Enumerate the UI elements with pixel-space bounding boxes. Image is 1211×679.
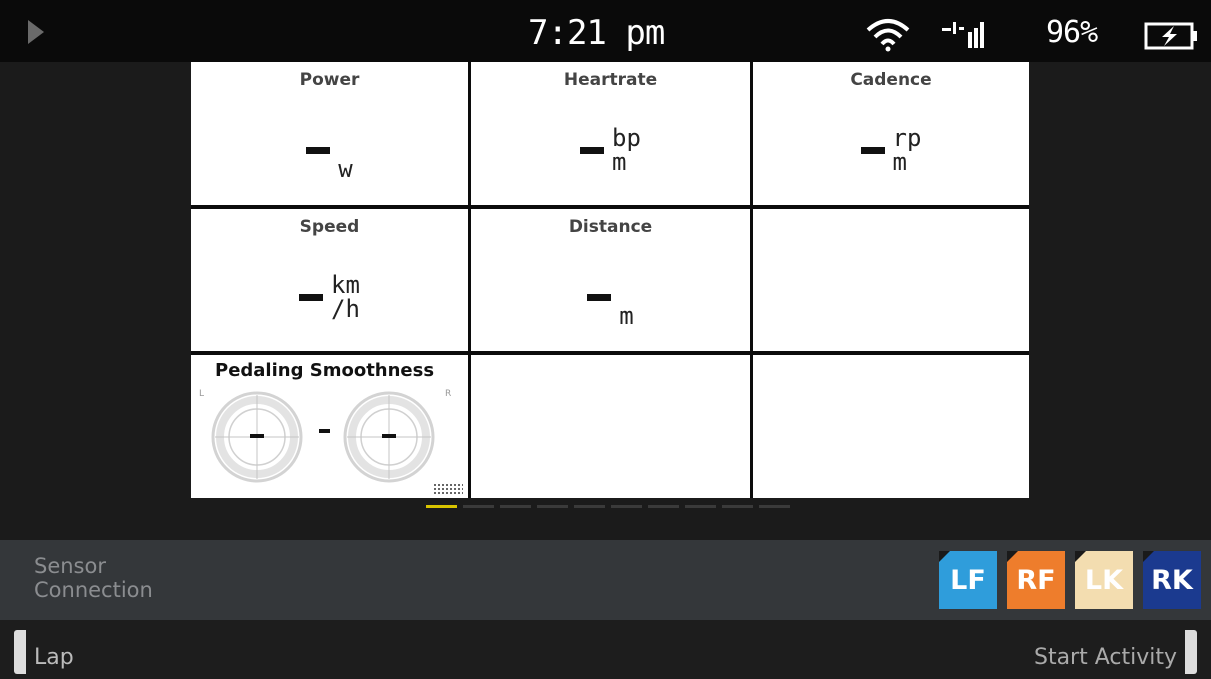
cadence-value	[860, 146, 885, 154]
page-indicator	[426, 505, 790, 508]
cadence-unit-top: rp	[892, 124, 922, 152]
page-dot	[759, 505, 790, 508]
cadence-unit-bottom: m	[892, 148, 907, 176]
cadence-label: Cadence	[850, 70, 932, 90]
distance-unit: m	[619, 302, 634, 330]
softkey-bar: Lap Start Activity	[0, 620, 1211, 679]
lap-key-handle[interactable]	[14, 630, 26, 674]
play-icon[interactable]	[28, 20, 44, 44]
sensor-badge-lf[interactable]: LF	[939, 551, 997, 609]
battery-percent: 96%	[1046, 15, 1098, 50]
distance-label: Distance	[568, 217, 653, 237]
page-dot	[611, 505, 642, 508]
speed-field[interactable]: Speed km /h	[191, 209, 468, 351]
sensor-label-line2: Connection	[34, 578, 153, 602]
sensor-badge-rk[interactable]: RK	[1143, 551, 1201, 609]
distance-metric: m	[471, 257, 750, 337]
right-side-label: R	[445, 389, 452, 399]
power-label: Power	[299, 70, 360, 90]
grid-dots-icon	[433, 483, 463, 495]
wifi-icon	[866, 19, 910, 52]
left-side-label: L	[199, 389, 205, 399]
speed-value	[299, 293, 324, 301]
sensor-connection-label[interactable]: Sensor Connection	[34, 554, 153, 602]
heartrate-unit-top: bp	[612, 124, 641, 152]
cadence-metric: rp m	[753, 110, 1029, 190]
power-metric: w	[191, 110, 468, 190]
sensor-label-line1: Sensor	[34, 554, 106, 578]
sensor-badge-rf[interactable]: RF	[1007, 551, 1065, 609]
left-pedal-gauge	[211, 391, 303, 483]
pedaling-smoothness-field[interactable]: Pedaling Smoothness L R	[191, 355, 468, 498]
heartrate-metric: bp m	[471, 110, 750, 190]
sensor-badge-label: RK	[1151, 564, 1193, 596]
heartrate-unit-bottom: m	[612, 148, 627, 176]
power-field[interactable]: Power w	[191, 62, 468, 205]
sensor-badge-lk[interactable]: LK	[1075, 551, 1133, 609]
lap-button[interactable]: Lap	[34, 645, 74, 670]
cadence-field[interactable]: Cadence rp m	[753, 62, 1029, 205]
distance-value	[587, 293, 612, 301]
page-dot	[426, 505, 457, 508]
empty-field[interactable]	[471, 355, 750, 498]
speed-label: Speed	[299, 217, 360, 237]
page-dot	[500, 505, 531, 508]
cadence-unit: rp m	[893, 126, 922, 174]
power-value	[306, 146, 331, 154]
page-dot	[648, 505, 679, 508]
start-activity-button[interactable]: Start Activity	[1034, 645, 1177, 670]
page-dot	[722, 505, 753, 508]
speed-unit: km /h	[331, 273, 360, 321]
empty-field[interactable]	[753, 209, 1029, 351]
pedaling-separator	[319, 429, 330, 433]
page-dot	[537, 505, 568, 508]
clock: 7:21 pm	[528, 13, 665, 53]
sensor-badges: LF RF LK RK	[939, 551, 1201, 609]
right-pedal-gauge	[343, 391, 435, 483]
pedaling-smoothness-label: Pedaling Smoothness	[215, 360, 435, 381]
page-dot	[574, 505, 605, 508]
heartrate-field[interactable]: Heartrate bp m	[471, 62, 750, 205]
battery-charging-icon	[1144, 22, 1197, 50]
distance-field[interactable]: Distance m	[471, 209, 750, 351]
start-key-handle[interactable]	[1185, 630, 1197, 674]
sensor-badge-label: LK	[1084, 564, 1124, 596]
sensor-badge-label: RF	[1016, 564, 1056, 596]
speed-metric: km /h	[191, 257, 468, 337]
data-field-grid: Power w Heartrate bp m Cadence rp m Spee…	[191, 62, 1029, 498]
signal-icon	[942, 22, 984, 48]
empty-field[interactable]	[753, 355, 1029, 498]
sensor-connection-bar: Sensor Connection LF RF LK RK	[0, 540, 1211, 620]
heartrate-label: Heartrate	[563, 70, 658, 90]
page-dot	[463, 505, 494, 508]
heartrate-unit: bp m	[612, 126, 641, 174]
speed-unit-top: km	[331, 271, 360, 299]
page-dot	[685, 505, 716, 508]
speed-unit-bottom: /h	[331, 295, 360, 323]
power-unit: w	[338, 155, 353, 183]
sensor-badge-label: LF	[950, 564, 986, 596]
status-bar: 7:21 pm 96%	[0, 0, 1211, 62]
heartrate-value	[580, 146, 605, 154]
